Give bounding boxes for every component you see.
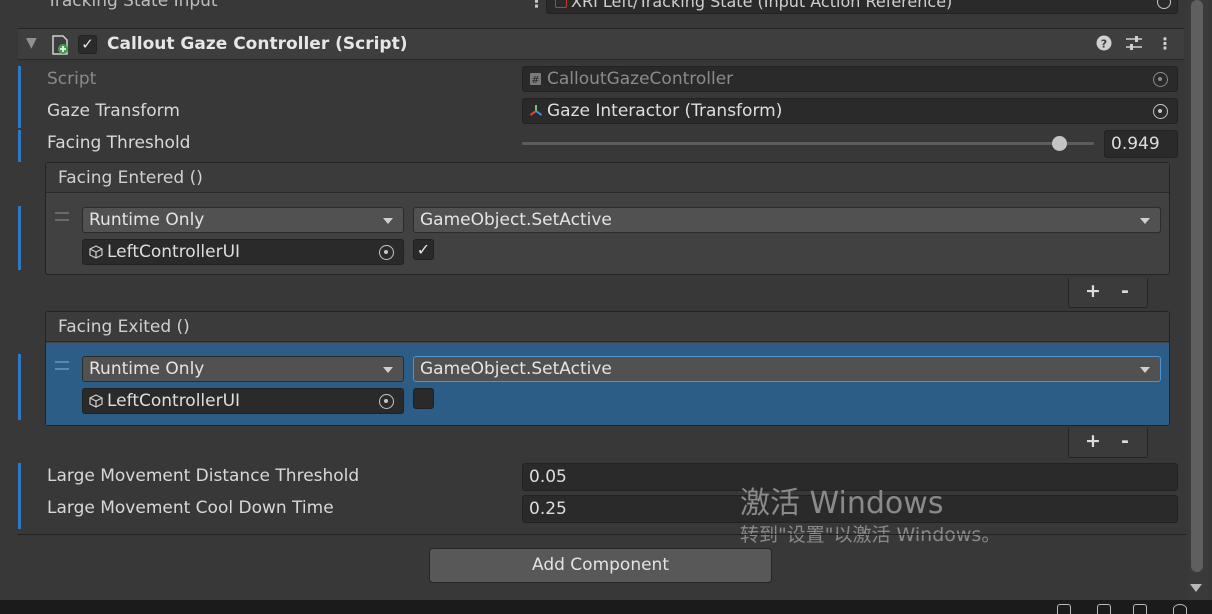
divider <box>18 534 1186 535</box>
tray-icon[interactable] <box>1057 604 1071 614</box>
inspector-panel: Tracking State Input ⋮ XRI Left/Tracking… <box>0 0 1212 614</box>
component-header[interactable]: ▼ ✓ Callout Gaze Controller (Script) ? ⋮ <box>18 28 1184 60</box>
facing-exited-header: Facing Exited () <box>46 312 1169 342</box>
gaze-transform-value: Gaze Interactor (Transform) <box>547 101 783 121</box>
activation-watermark-title: 激活 Windows <box>740 486 944 521</box>
object-picker-icon[interactable] <box>379 394 394 409</box>
scrollbar-thumb[interactable] <box>1191 0 1203 572</box>
tracking-state-input-value: XRI Left/Tracking State (Input Action Re… <box>571 0 953 11</box>
object-picker-icon[interactable] <box>1153 104 1168 119</box>
add-component-button[interactable]: Add Component <box>429 548 772 583</box>
dropdown-arrow-icon <box>1140 367 1150 373</box>
script-label: Script <box>47 69 97 89</box>
facing-entered-add-remove: + - <box>1068 278 1148 308</box>
foldout-arrow-icon[interactable]: ▼ <box>26 35 37 51</box>
svg-text:?: ? <box>1101 38 1107 51</box>
script-field: # CalloutGazeController <box>522 66 1178 92</box>
remove-listener-button[interactable]: - <box>1121 280 1129 302</box>
object-picker-icon[interactable] <box>379 245 394 260</box>
target-object-value: LeftControllerUI <box>107 391 241 411</box>
target-object-field[interactable]: LeftControllerUI <box>82 388 404 414</box>
dropdown-arrow-icon <box>383 218 393 224</box>
dropdown-arrow-icon <box>1140 218 1150 224</box>
tray-icon[interactable] <box>1173 604 1187 614</box>
facing-exited-event: Facing Exited () Runtime Only GameObject… <box>45 311 1170 426</box>
facing-threshold-label: Facing Threshold <box>47 133 191 153</box>
set-active-checkbox[interactable]: ✓ <box>413 239 434 260</box>
remove-listener-button[interactable]: - <box>1121 430 1129 452</box>
function-dropdown[interactable]: GameObject.SetActive <box>413 356 1161 382</box>
drag-handle-icon[interactable] <box>55 361 69 370</box>
facing-entered-listener[interactable]: Runtime Only GameObject.SetActive LeftCo… <box>46 194 1169 275</box>
script-icon <box>52 35 68 55</box>
context-menu-icon[interactable]: ⋮ <box>1156 35 1174 53</box>
set-active-checkbox[interactable] <box>413 388 434 409</box>
call-state-value: Runtime Only <box>89 359 205 379</box>
facing-exited-add-remove: + - <box>1068 428 1148 458</box>
facing-entered-header: Facing Entered () <box>46 163 1169 193</box>
gameobject-icon <box>89 394 103 408</box>
tracking-state-input-label: Tracking State Input <box>47 0 218 11</box>
distance-threshold-label: Large Movement Distance Threshold <box>47 466 360 486</box>
component-enabled-checkbox[interactable]: ✓ <box>78 35 97 54</box>
facing-threshold-input[interactable]: 0.949 <box>1104 130 1178 158</box>
call-state-value: Runtime Only <box>89 210 205 230</box>
scroll-down-arrow-icon[interactable] <box>1190 584 1202 592</box>
override-bar <box>18 130 21 162</box>
script-value: CalloutGazeController <box>547 69 734 89</box>
override-bar <box>18 354 21 420</box>
gameobject-icon <box>89 245 103 259</box>
tray-icon[interactable] <box>1133 604 1147 614</box>
transform-icon <box>529 105 543 116</box>
slider-thumb[interactable] <box>1052 136 1068 151</box>
cool-down-time-label: Large Movement Cool Down Time <box>47 498 334 518</box>
tracking-state-input-field[interactable]: XRI Left/Tracking State (Input Action Re… <box>546 0 1178 14</box>
call-state-dropdown[interactable]: Runtime Only <box>82 356 404 382</box>
facing-exited-listener[interactable]: Runtime Only GameObject.SetActive LeftCo… <box>46 343 1169 425</box>
target-object-field[interactable]: LeftControllerUI <box>82 239 404 265</box>
component-title: Callout Gaze Controller (Script) <box>107 34 408 54</box>
function-value: GameObject.SetActive <box>420 210 612 230</box>
override-bar <box>18 206 21 270</box>
svg-text:#: # <box>531 75 539 86</box>
prev-property-row: Tracking State Input ⋮ XRI Left/Tracking… <box>0 0 1190 28</box>
facing-entered-event: Facing Entered () Runtime Only GameObjec… <box>45 162 1170 275</box>
add-listener-button[interactable]: + <box>1085 280 1101 302</box>
help-icon[interactable]: ? <box>1095 35 1113 53</box>
script-file-icon: # <box>530 73 541 86</box>
call-state-dropdown[interactable]: Runtime Only <box>82 207 404 233</box>
function-dropdown[interactable]: GameObject.SetActive <box>413 207 1161 233</box>
object-picker-icon <box>1153 72 1168 87</box>
target-object-value: LeftControllerUI <box>107 242 241 262</box>
taskbar <box>0 600 1212 614</box>
more-icon[interactable]: ⋮ <box>528 0 545 12</box>
gaze-transform-field[interactable]: Gaze Interactor (Transform) <box>522 98 1178 124</box>
override-bar <box>18 463 21 529</box>
drag-handle-icon[interactable] <box>55 212 69 221</box>
tray-icon[interactable] <box>1097 604 1111 614</box>
add-listener-button[interactable]: + <box>1085 430 1101 452</box>
presets-icon[interactable] <box>1125 35 1143 53</box>
facing-threshold-slider[interactable] <box>522 142 1094 145</box>
dropdown-arrow-icon <box>383 367 393 373</box>
input-action-icon <box>555 0 567 8</box>
override-bar <box>18 66 21 128</box>
function-value: GameObject.SetActive <box>420 359 612 379</box>
gaze-transform-label: Gaze Transform <box>47 101 180 121</box>
object-picker-icon[interactable] <box>1157 0 1171 9</box>
